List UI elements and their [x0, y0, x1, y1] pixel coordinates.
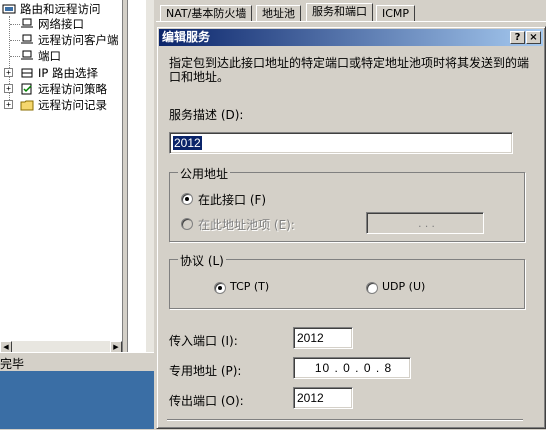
- status-text: 完毕: [0, 357, 25, 371]
- private-address-input[interactable]: 10 . 0 . 0 . 8: [293, 357, 411, 379]
- expand-remote-logging[interactable]: +: [4, 100, 13, 109]
- on-pool-entry-radio[interactable]: [181, 218, 193, 230]
- public-address-title: 公用地址: [178, 165, 231, 182]
- udp-radio[interactable]: [366, 282, 378, 294]
- details-scrollbar[interactable]: [146, 0, 154, 352]
- tab-nat-firewall[interactable]: NAT/基本防火墙: [160, 5, 253, 22]
- pool-address-input[interactable]: . . .: [366, 212, 484, 234]
- edit-service-dialog: 编辑服务 ? × 指定包到达此接口地址的特定端口或特定地址池项时将其发送到的端口…: [156, 26, 546, 429]
- dialog-description: 指定包到达此接口地址的特定端口或特定地址池项时将其发送到的端口和地址。: [169, 56, 530, 84]
- tree-connector: [10, 24, 20, 25]
- outgoing-port-input[interactable]: 2012: [293, 387, 353, 409]
- on-this-interface-label[interactable]: 在此接口 (F): [198, 191, 266, 208]
- tab-services-ports[interactable]: 服务和端口: [306, 3, 373, 22]
- protocol-group: 协议 (L) TCP (T) UDP (U): [169, 252, 525, 309]
- port-icon: [21, 50, 33, 60]
- tab-address-pool[interactable]: 地址池: [256, 5, 301, 22]
- service-description-label: 服务描述 (D):: [169, 108, 244, 122]
- close-icon[interactable]: ×: [526, 31, 541, 44]
- desktop-background: [0, 371, 154, 429]
- private-address-label: 专用地址 (P):: [169, 364, 242, 378]
- tcp-label[interactable]: TCP (T): [230, 280, 269, 293]
- remote-policy-icon: [21, 83, 32, 95]
- on-this-interface-radio[interactable]: [181, 193, 193, 205]
- outgoing-port-label: 传出端口 (O):: [169, 394, 244, 408]
- tree-item-remote-policy[interactable]: 远程访问策略: [20, 82, 108, 96]
- expand-ip-routing[interactable]: +: [4, 68, 13, 77]
- protocol-title: 协议 (L): [178, 252, 226, 269]
- help-icon[interactable]: ?: [510, 31, 525, 44]
- udp-label[interactable]: UDP (U): [382, 280, 425, 293]
- tree-item-remote-clients[interactable]: 远程访问客户端: [20, 33, 120, 47]
- incoming-port-label: 传入端口 (I):: [169, 334, 238, 348]
- ip-routing-icon: [21, 68, 33, 78]
- tree-item-network-interfaces[interactable]: 网络接口: [20, 17, 85, 31]
- incoming-port-input[interactable]: 2012: [293, 327, 353, 349]
- dialog-separator: [167, 419, 523, 421]
- details-pane: I 此 行 忄 有 移: [128, 0, 146, 352]
- service-description-input[interactable]: 2012: [169, 132, 513, 154]
- dialog-title: 编辑服务: [162, 30, 211, 44]
- tcp-radio[interactable]: [214, 282, 226, 294]
- tree-connector: [10, 56, 20, 57]
- network-interface-icon: [21, 18, 33, 28]
- tree-item-remote-logging[interactable]: 远程访问记录: [20, 98, 108, 112]
- folder-icon: [20, 100, 34, 111]
- on-pool-entry-label[interactable]: 在此地址池项 (E):: [198, 216, 295, 233]
- tree-connector: [10, 40, 20, 41]
- routing-remote-access-icon: [2, 4, 16, 14]
- console-tree[interactable]: 路由和远程访问 网络接口 远程访问客户端 端口 + IP 路由选择 + 远程访问…: [0, 0, 123, 352]
- remote-client-icon: [21, 34, 33, 44]
- dialog-titlebar[interactable]: 编辑服务 ? ×: [159, 29, 543, 46]
- tab-icmp[interactable]: ICMP: [376, 5, 416, 22]
- tree-item-ip-routing[interactable]: IP 路由选择: [20, 66, 99, 80]
- tree-item-ports[interactable]: 端口: [20, 49, 62, 63]
- expand-remote-policy[interactable]: +: [4, 84, 13, 93]
- status-bar: 完毕: [0, 352, 154, 371]
- tree-root[interactable]: 路由和远程访问: [2, 2, 102, 16]
- public-address-group: 公用地址 在此接口 (F) 在此地址池项 (E): . . .: [169, 165, 525, 242]
